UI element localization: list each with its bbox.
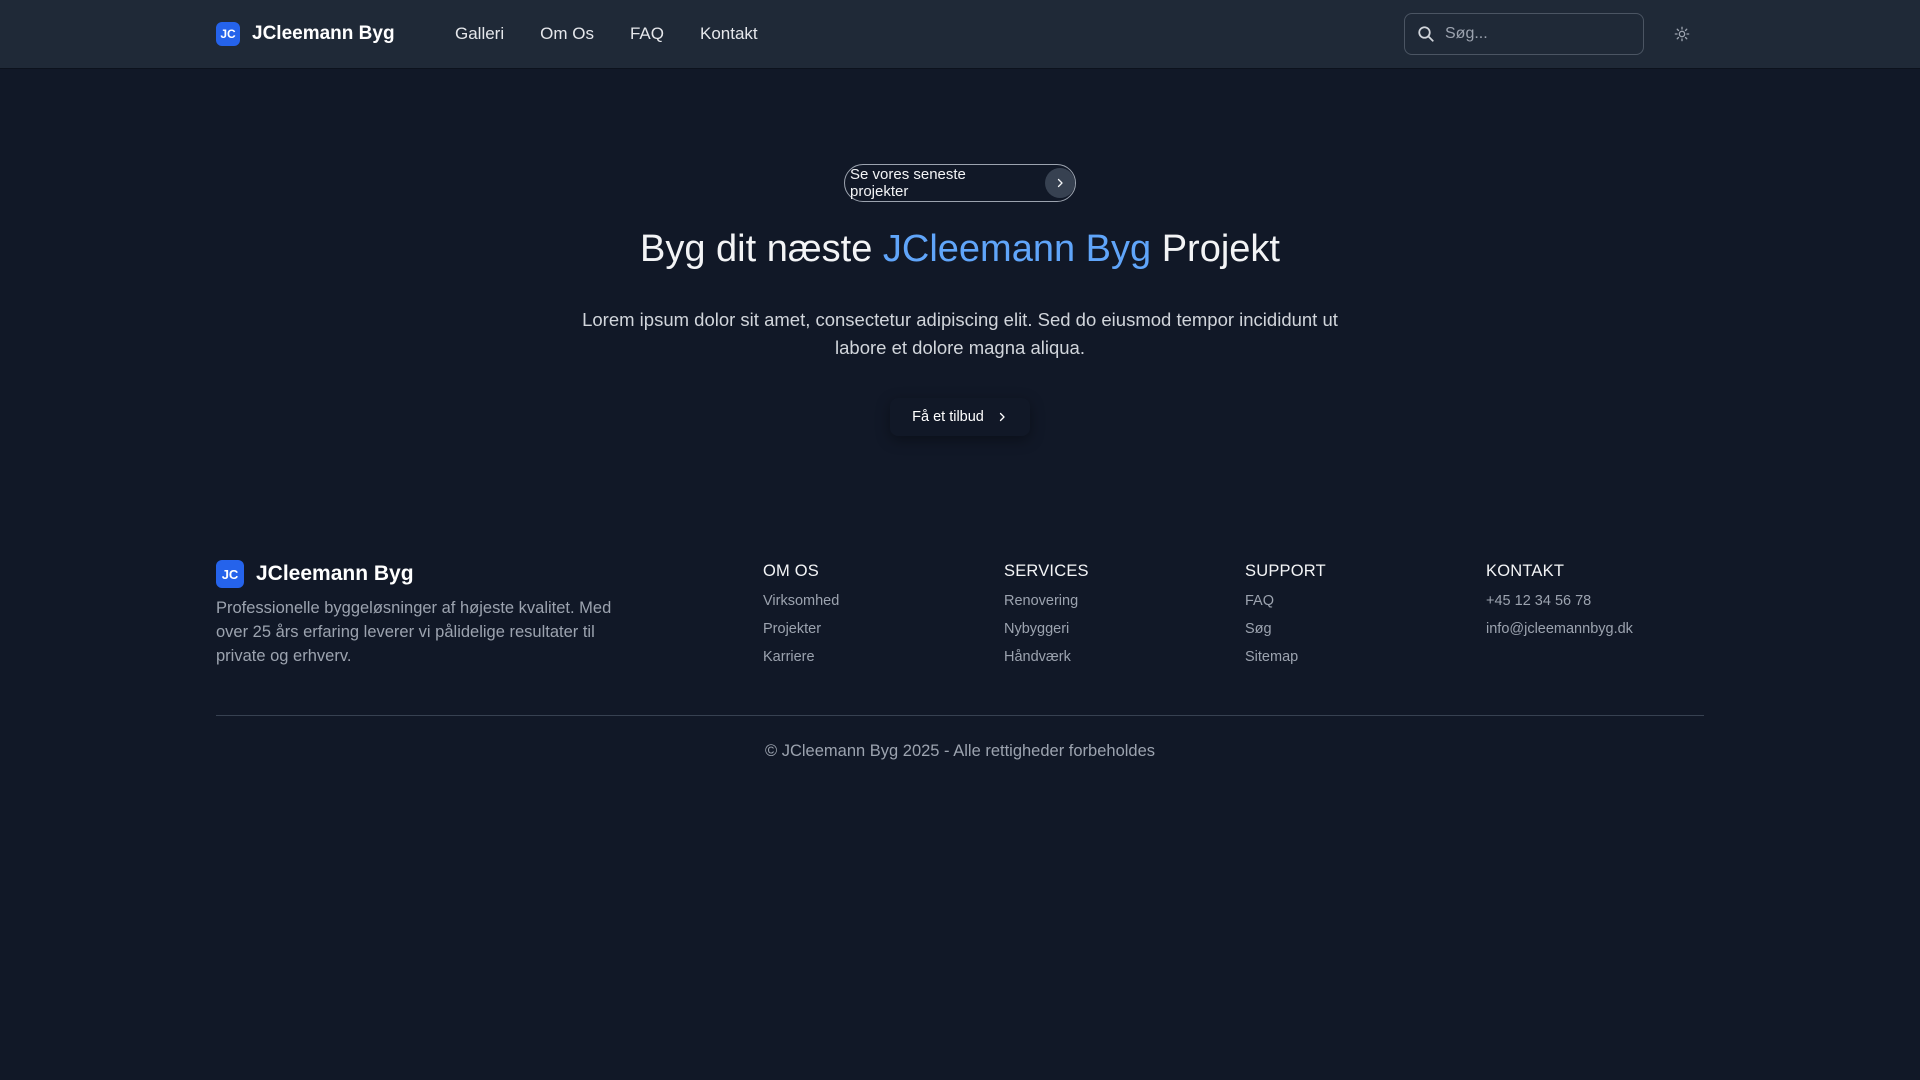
footer-column-kontakt: KONTAKT +45 12 34 56 78 info@jcleemannby…	[1486, 562, 1706, 649]
search-box[interactable]	[1404, 13, 1644, 55]
footer-link-haandvaerk[interactable]: Håndværk	[1004, 649, 1224, 665]
sun-icon	[1674, 26, 1690, 42]
footer-link-faq[interactable]: FAQ	[1245, 593, 1465, 609]
nav-om-os[interactable]: Om Os	[540, 22, 594, 46]
hero-title-prefix: Byg dit næste	[640, 228, 883, 270]
footer-link-karriere[interactable]: Karriere	[763, 649, 983, 665]
footer-brand-badge: JC	[216, 560, 244, 588]
brand-name: JCleemann Byg	[252, 23, 395, 44]
get-quote-label: Få et tilbud	[912, 409, 984, 425]
footer-link-sitemap[interactable]: Sitemap	[1245, 649, 1465, 665]
footer-link-email[interactable]: info@jcleemannbyg.dk	[1486, 621, 1706, 637]
main-nav: Galleri Om Os FAQ Kontakt	[455, 22, 758, 46]
hero-title-accent: JCleemann Byg	[882, 228, 1152, 270]
footer-description: Professionelle byggeløsninger af højeste…	[216, 599, 612, 665]
latest-projects-pill[interactable]: Se vores seneste projekter	[844, 164, 1076, 202]
footer-column-title: KONTAKT	[1486, 562, 1565, 580]
hero-title: Byg dit næste JCleemann Byg Projekt	[0, 228, 1920, 271]
hero-title-suffix: Projekt	[1151, 228, 1280, 270]
hero-description: Lorem ipsum dolor sit amet, consectetur …	[582, 309, 1338, 358]
footer-column-title: SERVICES	[1004, 562, 1089, 580]
theme-toggle-button[interactable]	[1670, 22, 1694, 46]
copyright-text: © JCleemann Byg 2025 - Alle rettigheder …	[764, 742, 1156, 760]
pill-label: Se vores seneste projekter	[850, 166, 966, 200]
footer-divider	[216, 715, 1704, 716]
footer-brand[interactable]: JC JCleemann Byg	[216, 560, 414, 588]
footer-link-virksomhed[interactable]: Virksomhed	[763, 593, 983, 609]
nav-kontakt[interactable]: Kontakt	[700, 22, 758, 46]
footer-link-renovering[interactable]: Renovering	[1004, 593, 1224, 609]
footer-link-projekter[interactable]: Projekter	[763, 621, 983, 637]
nav-galleri[interactable]: Galleri	[455, 22, 504, 46]
footer-column-title: SUPPORT	[1245, 562, 1326, 580]
footer-column-support: SUPPORT FAQ Søg Sitemap	[1245, 562, 1465, 677]
footer-column-title: OM OS	[763, 562, 820, 580]
chevron-right-icon	[999, 412, 1005, 422]
footer-column-services: SERVICES Renovering Nybyggeri Håndværk	[1004, 562, 1224, 677]
search-input[interactable]	[1445, 25, 1625, 43]
footer-link-nybyggeri[interactable]: Nybyggeri	[1004, 621, 1224, 637]
brand-badge: JC	[216, 22, 240, 46]
nav-faq[interactable]: FAQ	[630, 22, 664, 46]
get-quote-button[interactable]: Få et tilbud	[890, 398, 1030, 436]
search-icon	[1418, 26, 1434, 42]
top-navbar: JC JCleemann Byg Galleri Om Os FAQ Konta…	[0, 0, 1920, 68]
brand-logo-link[interactable]: JC JCleemann Byg	[216, 22, 395, 46]
footer-brand-name: JCleemann Byg	[256, 562, 414, 585]
footer-link-phone[interactable]: +45 12 34 56 78	[1486, 593, 1706, 609]
chevron-right-icon	[1045, 168, 1075, 198]
footer-link-soeg[interactable]: Søg	[1245, 621, 1465, 637]
footer-column-om-os: OM OS Virksomhed Projekter Karriere	[763, 562, 983, 677]
